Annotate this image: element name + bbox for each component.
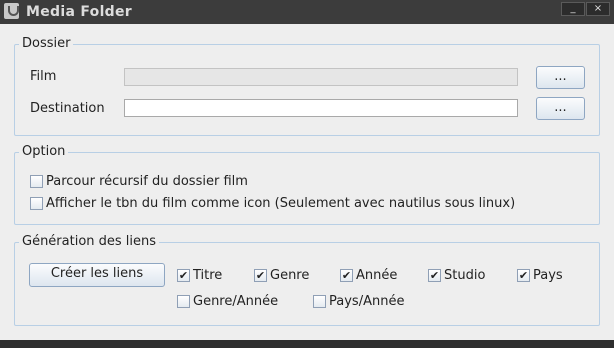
destination-label: Destination (30, 101, 105, 116)
genre-annee-checkbox-label: Genre/Année (193, 294, 279, 309)
titre-checkbox-label: Titre (193, 268, 223, 283)
pays-checkbox-label: Pays (533, 268, 563, 283)
destination-path-input[interactable] (124, 99, 518, 117)
checkbox-box[interactable] (30, 175, 43, 188)
close-button[interactable]: × (586, 2, 610, 16)
title-bar: Media Folder _ × (0, 0, 614, 24)
checkbox-box[interactable] (177, 295, 190, 308)
film-path-input[interactable] (124, 68, 518, 86)
pays-annee-checkbox-label: Pays/Année (329, 294, 405, 309)
checkbox-box[interactable]: ✔ (177, 269, 190, 282)
checkbox-box[interactable]: ✔ (340, 269, 353, 282)
window-title: Media Folder (26, 4, 133, 20)
minimize-button[interactable]: _ (561, 2, 585, 16)
annee-checkbox-label: Année (356, 268, 398, 283)
checkbox-box[interactable] (313, 295, 326, 308)
film-label: Film (30, 69, 57, 84)
create-links-button[interactable]: Créer les liens (29, 263, 165, 287)
studio-checkbox-label: Studio (444, 268, 486, 283)
checkbox-box[interactable] (30, 197, 43, 210)
recursive-checkbox-label: Parcour récursif du dossier film (46, 174, 248, 189)
genre-checkbox-label: Genre (270, 268, 310, 283)
checkbox-box[interactable]: ✔ (428, 269, 441, 282)
checkbox-box[interactable]: ✔ (254, 269, 267, 282)
checkbox-box[interactable]: ✔ (517, 269, 530, 282)
option-legend: Option (19, 144, 69, 159)
dossier-group: Dossier (14, 36, 600, 136)
generation-legend: Génération des liens (19, 234, 160, 249)
film-browse-button[interactable]: ... (536, 66, 585, 89)
bottom-border (0, 340, 614, 348)
java-app-icon (4, 3, 19, 19)
dossier-legend: Dossier (19, 36, 74, 51)
thumbnail-checkbox-label: Afficher le tbn du film comme icon (Seul… (46, 196, 516, 211)
destination-browse-button[interactable]: ... (536, 97, 585, 120)
